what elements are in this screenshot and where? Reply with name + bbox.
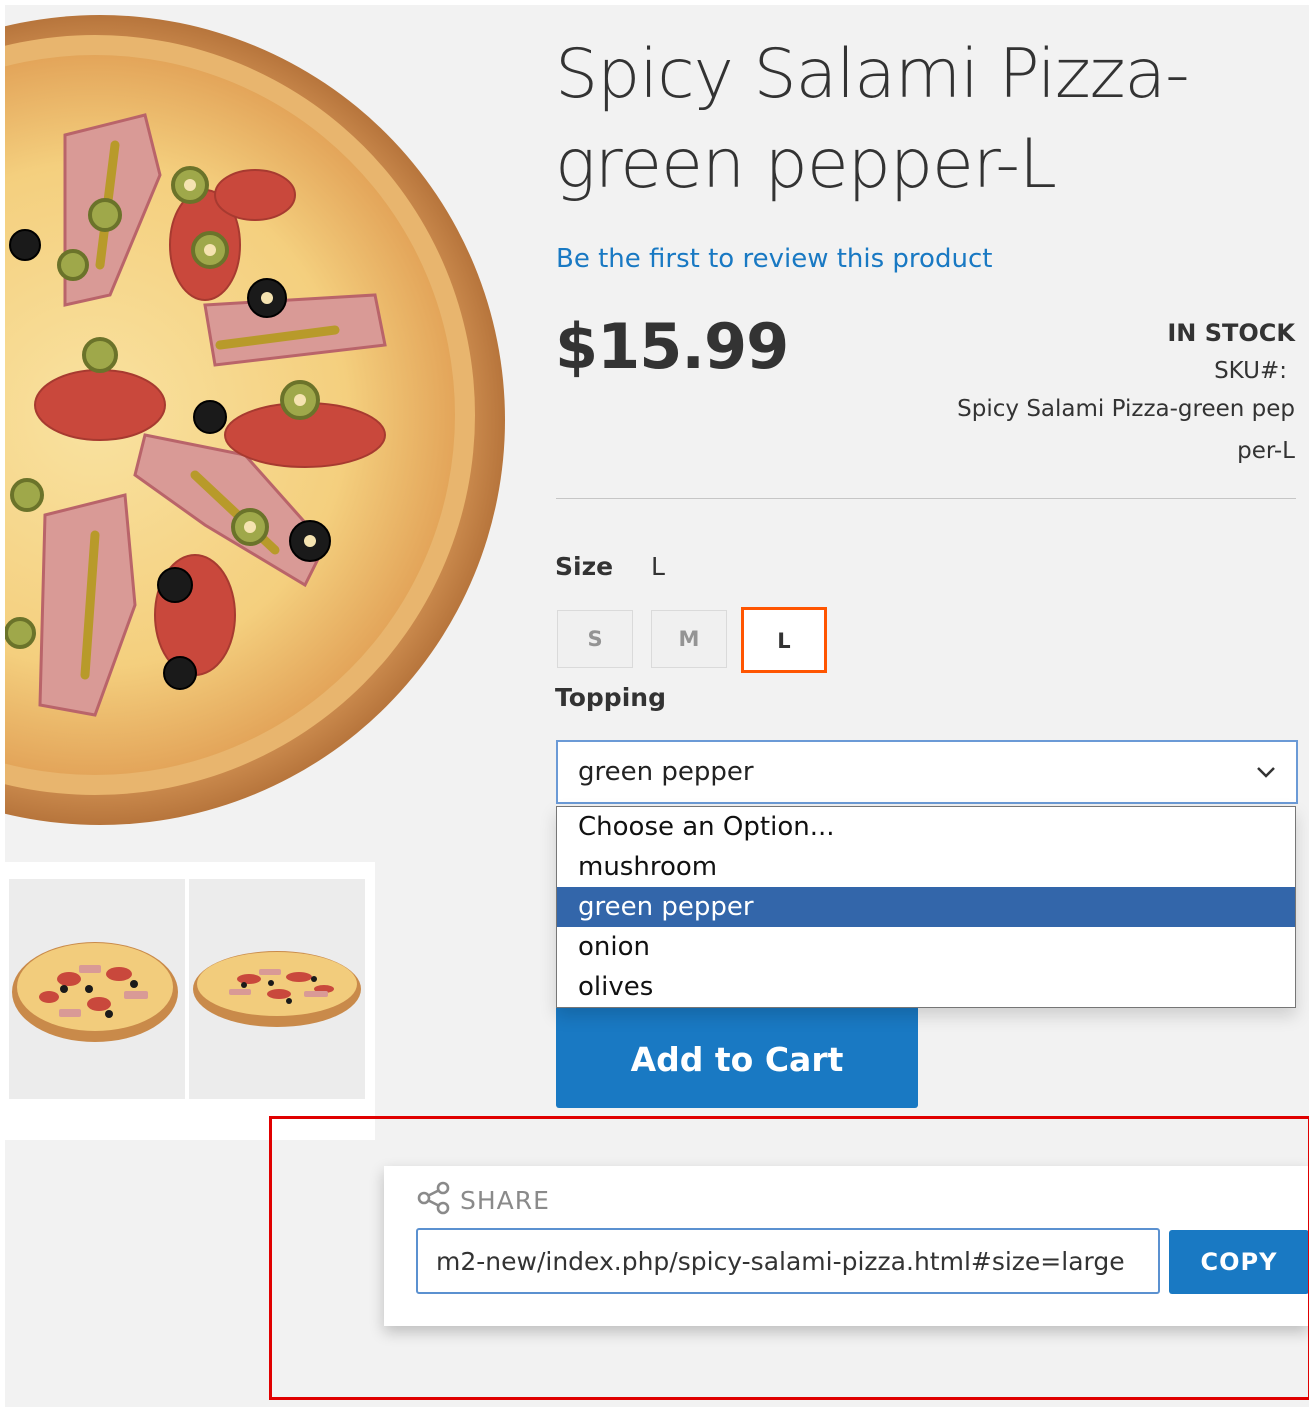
thumbnail-1[interactable] [9, 879, 185, 1099]
topping-select-value: green pepper [578, 757, 754, 787]
product-main-image[interactable] [5, 5, 505, 825]
product-price: $15.99 [555, 310, 789, 383]
pizza-image [5, 15, 505, 825]
topping-label: Topping [555, 683, 666, 712]
topping-option-onion[interactable]: onion [557, 927, 1295, 967]
thumbnail-image [12, 942, 178, 1042]
copy-button[interactable]: COPY [1169, 1230, 1309, 1294]
sku-value: Spicy Salami Pizza-green pepper-L [957, 396, 1295, 464]
topping-select[interactable]: green pepper [556, 740, 1298, 804]
topping-option-choose[interactable]: Choose an Option... [557, 807, 1295, 847]
stock-status: IN STOCK [1167, 319, 1295, 347]
product-title: Spicy Salami Pizza-green pepper-L [555, 35, 1190, 204]
size-swatch-l[interactable]: L [741, 607, 827, 673]
sku-label: SKU#: [1214, 358, 1287, 384]
share-title: SHARE [460, 1185, 550, 1215]
add-to-cart-button[interactable]: Add to Cart [556, 1004, 918, 1108]
size-swatch-m[interactable]: M [651, 610, 727, 668]
chevron-down-icon [1254, 764, 1278, 784]
share-icon [416, 1181, 452, 1219]
size-swatch-s[interactable]: S [557, 610, 633, 668]
thumbnail-strip [5, 862, 375, 1140]
review-link[interactable]: Be the first to review this product [556, 244, 992, 274]
size-attribute: Size L [555, 552, 665, 581]
divider [556, 498, 1296, 499]
size-label: Size [555, 552, 614, 581]
thumbnail-image [193, 951, 361, 1027]
topping-option-olives[interactable]: olives [557, 967, 1295, 1007]
share-header: SHARE [416, 1181, 550, 1219]
size-selected-value: L [651, 552, 665, 581]
share-panel: SHARE COPY [384, 1166, 1309, 1326]
topping-option-green-pepper[interactable]: green pepper [557, 887, 1295, 927]
topping-option-mushroom[interactable]: mushroom [557, 847, 1295, 887]
thumbnail-2[interactable] [189, 879, 365, 1099]
share-url-input[interactable] [416, 1228, 1160, 1294]
topping-dropdown-list: Choose an Option... mushroom green peppe… [556, 806, 1296, 1008]
stock-sku-block: IN STOCK SKU#: Spicy Salami Pizza-green … [855, 316, 1295, 472]
